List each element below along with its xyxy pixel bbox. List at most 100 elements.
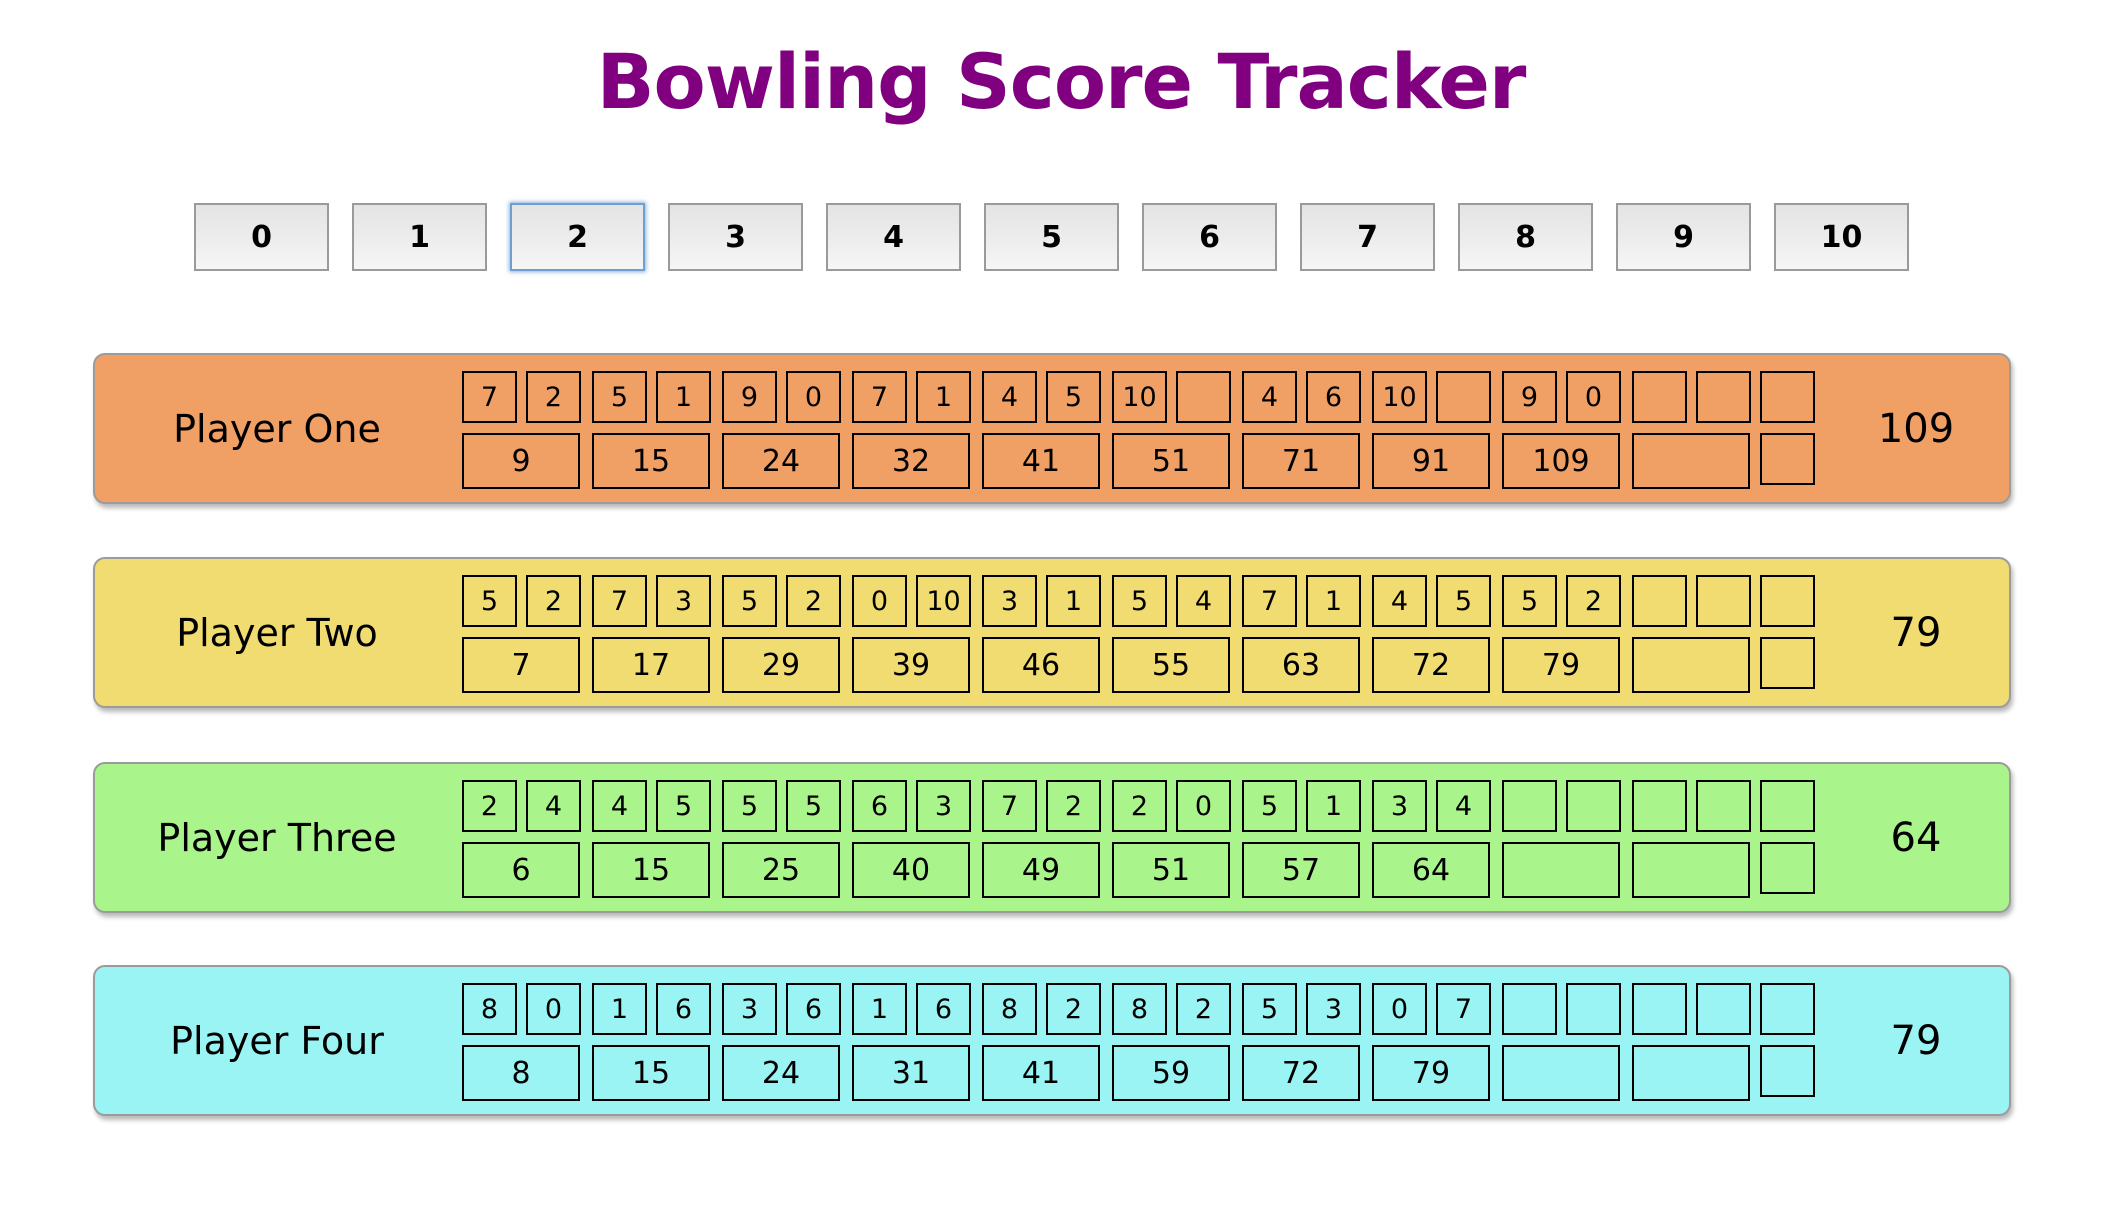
frame-total-box: 24 bbox=[722, 1045, 840, 1101]
roll-box: 4 bbox=[1176, 575, 1231, 627]
roll-box: 5 bbox=[786, 780, 841, 832]
roll-box: 4 bbox=[1242, 371, 1297, 423]
roll-box: 5 bbox=[1242, 983, 1297, 1035]
roll-box bbox=[1566, 780, 1621, 832]
roll-box: 0 bbox=[1566, 371, 1621, 423]
roll-box: 8 bbox=[1112, 983, 1167, 1035]
roll-box bbox=[1502, 983, 1557, 1035]
roll-box: 10 bbox=[1112, 371, 1167, 423]
player-panel: Player One 7 2 9 5 1 15 9 0 24 7 1 32 4 5 41 10 51 4 6 71 10 9… bbox=[93, 353, 2011, 504]
pin-button-6[interactable]: 6 bbox=[1142, 203, 1277, 271]
roll-box bbox=[1632, 575, 1687, 627]
frame-total-box: 46 bbox=[982, 637, 1100, 693]
roll-box: 4 bbox=[1372, 575, 1427, 627]
frame-total-box bbox=[1632, 433, 1750, 489]
roll-box: 1 bbox=[592, 983, 647, 1035]
roll-box bbox=[1502, 780, 1557, 832]
roll-box: 4 bbox=[1436, 780, 1491, 832]
roll-box: 5 bbox=[722, 780, 777, 832]
frame-total-box bbox=[1502, 1045, 1620, 1101]
roll-box: 6 bbox=[656, 983, 711, 1035]
roll-box: 10 bbox=[916, 575, 971, 627]
roll-box: 0 bbox=[1372, 983, 1427, 1035]
roll-box bbox=[1760, 371, 1815, 423]
roll-box: 2 bbox=[526, 371, 581, 423]
frame-total-box bbox=[1632, 637, 1750, 693]
frame-total-box: 91 bbox=[1372, 433, 1490, 489]
roll-box: 0 bbox=[852, 575, 907, 627]
roll-box: 0 bbox=[526, 983, 581, 1035]
roll-box: 3 bbox=[722, 983, 777, 1035]
roll-box: 1 bbox=[1046, 575, 1101, 627]
frame-total-box: 8 bbox=[462, 1045, 580, 1101]
frame-total-box: 41 bbox=[982, 433, 1100, 489]
pin-button-3[interactable]: 3 bbox=[668, 203, 803, 271]
roll-box: 7 bbox=[592, 575, 647, 627]
frame-total-box: 63 bbox=[1242, 637, 1360, 693]
pin-button-0[interactable]: 0 bbox=[194, 203, 329, 271]
frame-total-box: 72 bbox=[1242, 1045, 1360, 1101]
roll-box: 3 bbox=[656, 575, 711, 627]
pin-button-5[interactable]: 5 bbox=[984, 203, 1119, 271]
roll-box: 2 bbox=[1566, 575, 1621, 627]
roll-box: 2 bbox=[1176, 983, 1231, 1035]
roll-box bbox=[1696, 575, 1751, 627]
frame-total-box: 32 bbox=[852, 433, 970, 489]
frame-total-box: 109 bbox=[1502, 433, 1620, 489]
roll-box: 1 bbox=[1306, 780, 1361, 832]
roll-box bbox=[1632, 983, 1687, 1035]
roll-box bbox=[1696, 780, 1751, 832]
scorecard-frames: 7 2 9 5 1 15 9 0 24 7 1 32 4 5 41 10 51 4 6 71 10 91 9 0 109 bbox=[462, 371, 1822, 491]
player-panel: Player Three 2 4 6 4 5 15 5 5 25 6 3 40 7 2 49 2 0 51 5 1 57 3… bbox=[93, 762, 2011, 913]
bonus-total-box bbox=[1760, 433, 1815, 485]
roll-box: 5 bbox=[1046, 371, 1101, 423]
roll-box: 7 bbox=[982, 780, 1037, 832]
roll-box: 6 bbox=[786, 983, 841, 1035]
roll-box: 4 bbox=[526, 780, 581, 832]
roll-box: 3 bbox=[1306, 983, 1361, 1035]
roll-box: 0 bbox=[786, 371, 841, 423]
frame-total-box: 15 bbox=[592, 1045, 710, 1101]
bonus-total-box bbox=[1760, 842, 1815, 894]
frame-total-box: 15 bbox=[592, 433, 710, 489]
player-name: Player One bbox=[173, 406, 381, 451]
frame-total-box: 15 bbox=[592, 842, 710, 898]
pin-button-7[interactable]: 7 bbox=[1300, 203, 1435, 271]
roll-box: 2 bbox=[526, 575, 581, 627]
roll-box: 2 bbox=[1112, 780, 1167, 832]
roll-box: 2 bbox=[1046, 983, 1101, 1035]
page-title: Bowling Score Tracker bbox=[596, 37, 1527, 126]
roll-box bbox=[1696, 983, 1751, 1035]
roll-box: 5 bbox=[462, 575, 517, 627]
frame-total-box: 39 bbox=[852, 637, 970, 693]
frame-total-box: 72 bbox=[1372, 637, 1490, 693]
frame-total-box: 51 bbox=[1112, 433, 1230, 489]
pin-button-10[interactable]: 10 bbox=[1774, 203, 1909, 271]
pin-button-1[interactable]: 1 bbox=[352, 203, 487, 271]
roll-box: 6 bbox=[1306, 371, 1361, 423]
roll-box: 5 bbox=[722, 575, 777, 627]
roll-box: 7 bbox=[1242, 575, 1297, 627]
roll-box bbox=[1436, 371, 1491, 423]
roll-box: 3 bbox=[982, 575, 1037, 627]
roll-box: 6 bbox=[852, 780, 907, 832]
roll-box bbox=[1696, 371, 1751, 423]
player-name: Player Two bbox=[176, 610, 378, 655]
roll-box: 3 bbox=[916, 780, 971, 832]
roll-box bbox=[1760, 780, 1815, 832]
roll-box: 1 bbox=[656, 371, 711, 423]
roll-box bbox=[1760, 575, 1815, 627]
pin-button-8[interactable]: 8 bbox=[1458, 203, 1593, 271]
pin-button-9[interactable]: 9 bbox=[1616, 203, 1751, 271]
roll-box: 8 bbox=[462, 983, 517, 1035]
roll-box: 2 bbox=[1046, 780, 1101, 832]
pin-button-2[interactable]: 2 bbox=[510, 203, 645, 271]
frame-total-box: 6 bbox=[462, 842, 580, 898]
frame-total-box bbox=[1632, 1045, 1750, 1101]
player-name: Player Three bbox=[157, 815, 397, 860]
frame-total-box: 29 bbox=[722, 637, 840, 693]
pin-button-4[interactable]: 4 bbox=[826, 203, 961, 271]
roll-box: 5 bbox=[1112, 575, 1167, 627]
player-total-score: 64 bbox=[1890, 814, 1942, 861]
roll-box bbox=[1632, 780, 1687, 832]
